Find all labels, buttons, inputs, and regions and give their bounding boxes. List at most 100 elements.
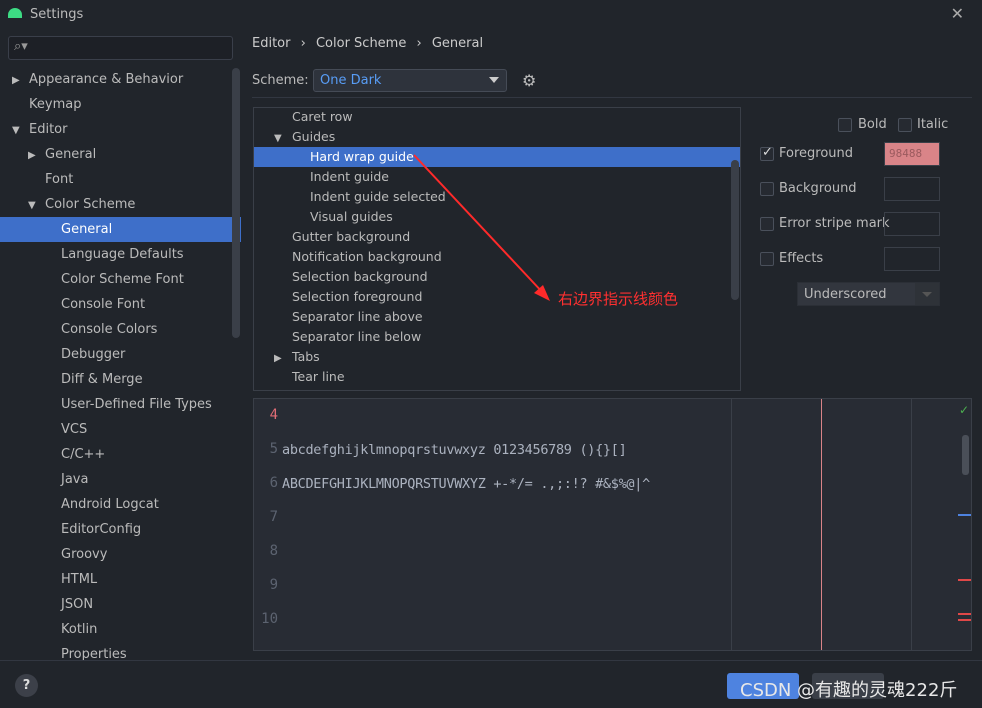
sidebar-item[interactable]: ▶ General (0, 142, 241, 167)
tree-item[interactable]: Separator line below (254, 327, 740, 347)
sidebar-item[interactable]: User-Defined File Types (0, 392, 241, 417)
tree-item-label: Indent guide (310, 169, 389, 184)
chevron-down-icon[interactable]: ▼ (12, 118, 24, 143)
help-button[interactable]: ? (15, 674, 38, 697)
sidebar-item[interactable]: Diff & Merge (0, 367, 241, 392)
sidebar-item[interactable]: General (0, 217, 241, 242)
sidebar-item[interactable]: EditorConfig (0, 517, 241, 542)
tree-item-label: Separator line below (292, 329, 422, 344)
sidebar-item[interactable]: Console Font (0, 292, 241, 317)
tree-item-label: Gutter background (292, 229, 411, 244)
editor-scrollbar[interactable] (962, 435, 969, 475)
sidebar-item-label: Color Scheme (45, 197, 136, 212)
sidebar-item[interactable]: Groovy (0, 542, 241, 567)
sidebar-item[interactable]: ▼ Editor (0, 117, 241, 142)
inspection-ok-icon[interactable]: ✓ (959, 403, 969, 417)
chevron-right-icon[interactable]: ▶ (274, 349, 292, 369)
tree-scrollbar[interactable] (731, 160, 739, 300)
line-number: 6 (269, 475, 278, 491)
sidebar-scrollbar[interactable] (232, 68, 240, 338)
error-stripe-checkbox[interactable] (760, 217, 774, 231)
tree-item-label: Separator line above (292, 309, 423, 324)
android-logo-icon (8, 8, 22, 18)
chevron-down-icon (915, 283, 939, 305)
sidebar-item[interactable]: Language Defaults (0, 242, 241, 267)
tree-item[interactable]: Separator line above (254, 307, 740, 327)
sidebar-item[interactable]: ▶ Appearance & Behavior (0, 67, 241, 92)
window-title: Settings (30, 7, 84, 22)
tree-item-label: Selection foreground (292, 289, 423, 304)
tree-item-label: Caret row (292, 109, 353, 124)
stripe-mark[interactable] (958, 613, 971, 615)
annotation-arrow (413, 154, 550, 301)
sidebar-item[interactable]: Keymap (0, 92, 241, 117)
sidebar-item-label: VCS (61, 422, 88, 437)
italic-label: Italic (917, 117, 949, 132)
bold-label: Bold (858, 117, 887, 132)
breadcrumb: Editor › Color Scheme › General (252, 36, 489, 51)
bold-checkbox[interactable] (838, 118, 852, 132)
preview-editor[interactable]: ✓ 4 5 abcdefghijklmnopqrstuvwxyz 012345678… (253, 398, 972, 651)
sidebar-item[interactable]: JSON (0, 592, 241, 617)
sidebar-item[interactable]: Kotlin (0, 617, 241, 642)
sidebar-item[interactable]: C/C++ (0, 442, 241, 467)
sidebar-item-label: JSON (61, 597, 94, 612)
sidebar-item[interactable]: Debugger (0, 342, 241, 367)
stripe-mark[interactable] (958, 619, 971, 621)
stripe-mark[interactable] (958, 579, 971, 581)
sidebar-item-label: Editor (29, 122, 68, 137)
breadcrumb-editor[interactable]: Editor (252, 36, 290, 51)
chevron-down-icon (489, 77, 499, 88)
sidebar-item[interactable]: VCS (0, 417, 241, 442)
stripe-mark[interactable] (958, 514, 971, 516)
sidebar-item-label: Keymap (29, 97, 82, 112)
sidebar-item-label: Diff & Merge (61, 372, 143, 387)
sidebar-item-label: HTML (61, 572, 98, 587)
effect-type-dropdown[interactable]: Underscored (797, 282, 940, 306)
sidebar-item-label: Console Colors (61, 322, 158, 337)
chevron-right-icon[interactable]: ▶ (28, 143, 40, 168)
line-number: 8 (269, 543, 278, 559)
breadcrumb-color-scheme[interactable]: Color Scheme (316, 36, 406, 51)
sidebar-item[interactable]: Java (0, 467, 241, 492)
sidebar-item-label: C/C++ (61, 447, 106, 462)
line-number: 4 (269, 407, 278, 423)
sidebar-item[interactable]: HTML (0, 567, 241, 592)
sidebar-item[interactable]: Android Logcat (0, 492, 241, 517)
line-number: 7 (269, 509, 278, 525)
foreground-color-swatch[interactable]: 98488 (884, 142, 940, 166)
visual-guide (731, 399, 732, 650)
effect-type-value: Underscored (804, 287, 887, 302)
scheme-label: Scheme: (252, 73, 309, 88)
sidebar-item[interactable]: Font (0, 167, 241, 192)
close-button[interactable]: ✕ (951, 4, 964, 23)
settings-search-input[interactable]: ⌕▾ (8, 36, 233, 60)
chevron-down-icon[interactable]: ▼ (274, 129, 292, 149)
visual-guide (911, 399, 912, 650)
italic-checkbox[interactable] (898, 118, 912, 132)
tree-item[interactable]: Tear line (254, 367, 740, 387)
tree-item[interactable]: Caret row (254, 107, 740, 127)
sidebar-item[interactable]: Color Scheme Font (0, 267, 241, 292)
code-line: abcdefghijklmnopqrstuvwxyz 0123456789 ()… (282, 442, 627, 458)
tree-item[interactable]: ▼ Guides (254, 127, 740, 147)
foreground-label: Foreground (779, 146, 854, 161)
effects-checkbox[interactable] (760, 252, 774, 266)
background-checkbox[interactable] (760, 182, 774, 196)
line-number: 9 (269, 577, 278, 593)
sidebar-item[interactable]: ▼ Color Scheme (0, 192, 241, 217)
divider (252, 97, 972, 98)
hard-wrap-guide (821, 399, 822, 650)
error-stripe-color-swatch[interactable] (884, 212, 940, 236)
chevron-down-icon[interactable]: ▼ (28, 193, 40, 218)
gear-icon[interactable]: ⚙ (522, 71, 536, 90)
scheme-dropdown[interactable]: One Dark (313, 69, 507, 92)
foreground-checkbox[interactable] (760, 145, 774, 161)
effects-color-swatch[interactable] (884, 247, 940, 271)
chevron-right-icon[interactable]: ▶ (12, 68, 24, 93)
tree-item[interactable]: ▶ Tabs (254, 347, 740, 367)
background-label: Background (779, 181, 857, 196)
background-color-swatch[interactable] (884, 177, 940, 201)
tree-item-label: Tear line (292, 369, 345, 384)
sidebar-item[interactable]: Console Colors (0, 317, 241, 342)
